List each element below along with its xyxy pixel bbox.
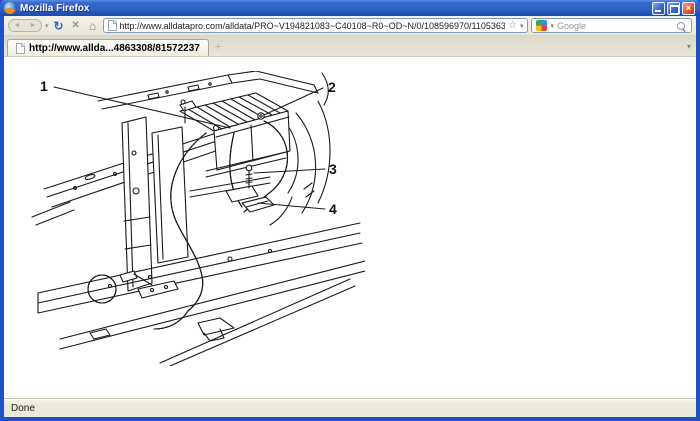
lower-frame-rails [37,222,365,366]
firefox-window: Mozilla Firefox × ◄ ► ▾ ↻ ✕ ⌂ ☆ ▾ [0,0,700,421]
battery-positive-terminal [257,112,265,120]
battery [179,92,291,178]
close-icon: × [685,2,692,13]
tab-active[interactable]: http://www.allda...4863308/81572237 [7,39,209,56]
tab-list-dropdown-icon[interactable]: ▾ [687,42,691,51]
back-icon[interactable]: ◄ [14,20,21,31]
tab-title: http://www.allda...4863308/81572237 [29,42,200,54]
window-body: ◄ ► ▾ ↻ ✕ ⌂ ☆ ▾ ▾ http [4,16,696,417]
status-bar: Done [4,398,696,417]
callout-4-label: 4 [329,201,337,217]
home-button[interactable]: ⌂ [86,19,100,33]
window-title: Mozilla Firefox [20,2,90,14]
close-button[interactable]: × [682,1,695,15]
firefox-icon [4,2,16,14]
status-text: Done [11,402,35,414]
maximize-button[interactable] [667,1,680,15]
callout-2-label: 2 [328,79,336,95]
minimize-button[interactable] [652,1,665,15]
battery-diagram: 1 2 3 4 [31,71,365,366]
new-tab-button[interactable]: + [215,41,221,53]
url-dropdown-icon[interactable]: ▾ [520,22,524,30]
tab-favicon [16,42,25,54]
callout-3-label: 3 [329,161,337,177]
forward-icon[interactable]: ► [30,20,37,31]
back-forward-control[interactable]: ◄ ► [8,19,42,32]
bolt [245,164,253,189]
search-input[interactable] [557,20,674,31]
page-content: 1 2 3 4 [4,57,696,398]
search-engine-dropdown-icon[interactable]: ▾ [550,22,554,30]
callout-3: 3 [253,161,337,177]
title-bar[interactable]: Mozilla Firefox × [0,0,700,16]
left-pillar-panels [121,116,189,292]
search-magnifier-icon[interactable] [677,21,687,30]
stop-button[interactable]: ✕ [69,19,83,33]
bookmark-star-icon[interactable]: ☆ [508,20,517,32]
tab-strip: http://www.allda...4863308/81572237 + ▾ [4,36,696,57]
refresh-button[interactable]: ↻ [52,19,66,33]
callout-2: 2 [263,79,336,116]
page-favicon [107,20,117,31]
navigation-toolbar: ◄ ► ▾ ↻ ✕ ⌂ ☆ ▾ ▾ [4,16,696,36]
url-bar[interactable]: ☆ ▾ [102,18,529,33]
google-icon[interactable] [536,20,548,31]
search-box[interactable]: ▾ [531,18,692,33]
history-dropdown-icon[interactable]: ▾ [45,22,49,30]
callout-1-label: 1 [40,78,48,94]
url-input[interactable] [119,20,505,31]
